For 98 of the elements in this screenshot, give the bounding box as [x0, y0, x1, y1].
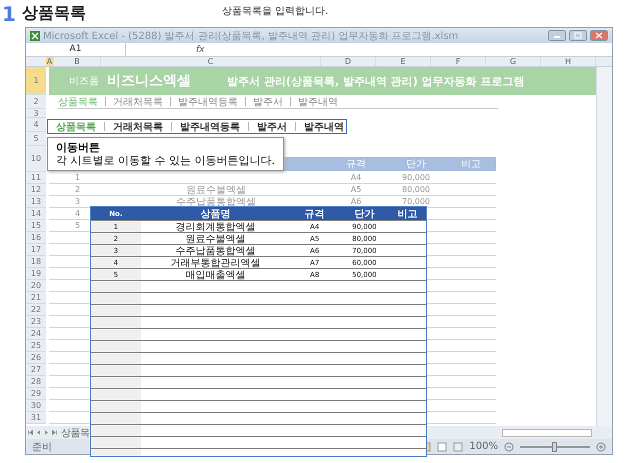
section-number: 1 [2, 2, 16, 26]
row-number: 19 [26, 268, 46, 280]
row-number: 18 [26, 256, 46, 268]
caption: 상품목록을 입력합니다. [222, 4, 328, 18]
row-number: 5 [26, 132, 46, 146]
table-cell-text: 4 [74, 209, 82, 218]
nav-button[interactable]: 발주내역 [304, 120, 344, 134]
row-number: 2 [26, 95, 46, 109]
nav-button[interactable]: 상품목록 [56, 120, 96, 134]
row-number: 24 [26, 328, 46, 340]
row-number: 20 [26, 280, 46, 292]
table-cell-text: 거래부통합관리엑셀 [169, 257, 262, 268]
table-cell-text: 수주납품통합엑셀 [175, 196, 257, 208]
column-letter[interactable]: D [321, 57, 376, 66]
row-number: 29 [26, 388, 46, 400]
row-number: 22 [26, 304, 46, 316]
column-header: 비고 [460, 158, 482, 170]
row-number: 16 [26, 232, 46, 244]
last-sheet-icon [51, 429, 58, 436]
sheet-link[interactable]: 발주서 [253, 94, 283, 108]
sheet-tab[interactable]: 상품목 [61, 426, 90, 440]
close-icon[interactable] [590, 30, 608, 41]
row-number: 1 [26, 67, 46, 95]
brand-name: 비즈니스엑셀 [107, 72, 191, 90]
table-cell-text: A5 [350, 185, 362, 194]
row-number: 14 [26, 208, 46, 220]
table-cell-text: 원료수불엑셀 [184, 233, 246, 244]
sheet-link[interactable]: 거래처목록 [113, 94, 163, 108]
table-cell-text: 매입매출엑셀 [184, 269, 246, 280]
nav-button[interactable]: 거래처목록 [113, 120, 163, 134]
column-letter[interactable]: E [376, 57, 431, 66]
page-break-icon [453, 442, 464, 452]
row-number: 23 [26, 316, 46, 328]
name-box[interactable]: A1 [26, 43, 126, 56]
window-title: Microsoft Excel - (5288) 발주서 관리(상품목록, 발주내역 관리) 업무자동화 프로그램.xlsm [43, 30, 460, 42]
table-cell-text: 2 [74, 185, 82, 194]
row-number: 27 [26, 364, 46, 376]
table-cell-text: 원료수불엑셀 [185, 184, 247, 196]
row-number: 25 [26, 340, 46, 352]
table-cell-text: 80,000 [401, 185, 431, 194]
zoom-thumb[interactable] [552, 442, 557, 452]
next-sheet-icon [43, 429, 50, 436]
column-letter[interactable]: B [54, 57, 101, 66]
nav-button[interactable]: 발주서 [257, 120, 287, 134]
row-number: 4 [26, 118, 46, 132]
row-number: 31 [26, 412, 46, 424]
row-number: 10 [26, 146, 46, 172]
row-number: 28 [26, 376, 46, 388]
row-number: 13 [26, 196, 46, 208]
table-cell-text: 90,000 [401, 173, 431, 182]
row-number: 17 [26, 244, 46, 256]
sheet-link[interactable]: 발주내역 [298, 94, 338, 108]
sheet-link[interactable]: 발주내역등록 [178, 94, 238, 108]
column-header: 상품명 [199, 208, 232, 220]
nav-button[interactable]: 발주내역등록 [180, 120, 240, 134]
brand-small: 비즈폼 [69, 75, 99, 88]
table-cell-text: A6 [350, 197, 362, 206]
zoom-in-icon [596, 442, 606, 452]
zoom-out-icon [504, 442, 514, 452]
column-letter[interactable]: G [486, 57, 541, 66]
column-letter[interactable]: A [46, 57, 54, 66]
table-cell-text: 5 [74, 221, 82, 230]
row-number: 3 [26, 109, 46, 118]
row-number: 11 [26, 172, 46, 184]
callout-title: 이동버튼 [56, 141, 101, 154]
column-letter[interactable]: C [101, 57, 321, 66]
maximize-icon[interactable] [569, 30, 587, 41]
status-text: 준비 [32, 440, 52, 454]
section-title: 상품목록 [22, 3, 86, 24]
table-cell-text: 1 [74, 173, 82, 182]
table-cell-text: 70,000 [401, 197, 431, 206]
column-header: 규격 [304, 208, 326, 220]
horizontal-scrollbar[interactable] [502, 428, 592, 436]
minimize-icon[interactable] [548, 30, 566, 41]
row-number: 30 [26, 400, 46, 412]
column-header: 단가 [405, 158, 427, 170]
spreadsheet-logo-icon [30, 30, 40, 40]
row-number: 21 [26, 292, 46, 304]
row-number: 15 [26, 220, 46, 232]
function-button[interactable]: fx [196, 44, 204, 54]
table-cell-text: A4 [350, 173, 362, 182]
table-cell-text: 3 [74, 197, 82, 206]
column-letter[interactable]: H [541, 57, 596, 66]
program-title: 발주서 관리(상품목록, 발주내역 관리) 업무자동화 프로그램 [227, 74, 524, 88]
callout-text: 각 시트별로 이동할 수 있는 이동버튼입니다. [56, 154, 275, 168]
page-layout-icon [437, 442, 448, 452]
previous-sheet-icon [35, 429, 42, 436]
column-header: 비고 [396, 208, 419, 220]
column-header: 단가 [353, 208, 376, 220]
vertical-scrollbar[interactable] [596, 67, 612, 426]
row-number: 26 [26, 352, 46, 364]
table-cell-text: 경리회계통합엑셀 [174, 221, 256, 232]
table-cell-text: 수주납품통합엑셀 [174, 245, 256, 256]
zoom-level[interactable]: 100% [469, 441, 498, 452]
column-header: 규격 [345, 158, 367, 170]
row-number: 12 [26, 184, 46, 196]
column-letter[interactable]: F [431, 57, 486, 66]
first-sheet-icon [27, 429, 34, 436]
